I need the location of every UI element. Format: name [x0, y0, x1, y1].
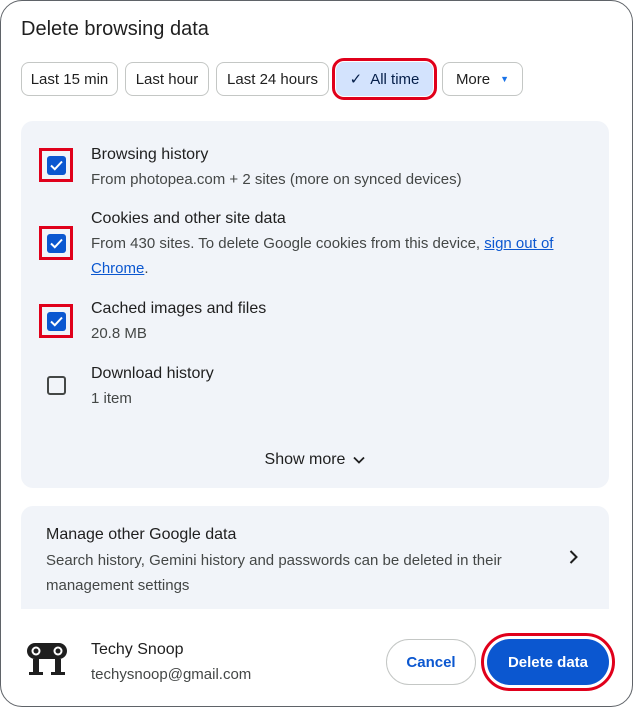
- checkmark-icon: [50, 316, 63, 327]
- option-title: Cookies and other site data: [91, 210, 286, 227]
- option-subtitle: From 430 sites. To delete Google cookies…: [91, 231, 581, 281]
- option-subtitle: 1 item: [91, 390, 132, 407]
- caret-down-icon: ▼: [500, 74, 510, 84]
- checkbox-browsing-history[interactable]: [47, 156, 66, 175]
- delete-data-button[interactable]: Delete data: [487, 639, 609, 685]
- dialog-title: Delete browsing data: [21, 18, 209, 40]
- checkmark-icon: [50, 160, 63, 171]
- chevron-down-icon: [353, 451, 366, 469]
- option-subtitle: 20.8 MB: [91, 325, 147, 342]
- account-email: techysnoop@gmail.com: [91, 666, 252, 683]
- data-type-options: Browsing history From photopea.com + 2 s…: [21, 121, 609, 488]
- chip-last-24-hours[interactable]: Last 24 hours: [216, 62, 329, 96]
- manage-google-data-row[interactable]: Manage other Google data Search history,…: [21, 506, 609, 609]
- chip-more-dropdown[interactable]: More ▼: [442, 62, 523, 96]
- subtitle-suffix: .: [144, 260, 149, 277]
- cancel-button[interactable]: Cancel: [386, 639, 476, 685]
- chip-last-15-min[interactable]: Last 15 min: [21, 62, 118, 96]
- checkbox-cookies[interactable]: [47, 234, 66, 253]
- show-more-label: Show more: [264, 451, 346, 469]
- option-title: Download history: [91, 365, 214, 382]
- chip-label: Last 24 hours: [227, 70, 318, 88]
- chip-label: More: [455, 70, 491, 88]
- check-icon: ✓: [349, 71, 363, 88]
- binoculars-avatar: [25, 639, 69, 679]
- chip-label: All time: [370, 70, 420, 88]
- checkbox-download-history[interactable]: [47, 376, 66, 395]
- manage-description: Search history, Gemini history and passw…: [46, 552, 502, 594]
- option-title: Browsing history: [91, 146, 209, 163]
- chip-label: Last hour: [135, 70, 199, 88]
- delete-browsing-data-dialog: Delete browsing data Last 15 min Last ho…: [0, 0, 633, 707]
- manage-title: Manage other Google data: [46, 526, 237, 543]
- chip-label: Last 15 min: [30, 70, 109, 88]
- chip-last-hour[interactable]: Last hour: [125, 62, 209, 96]
- chip-all-time[interactable]: ✓ All time: [332, 58, 437, 100]
- checkmark-icon: [50, 238, 63, 249]
- subtitle-text: From 430 sites. To delete Google cookies…: [91, 235, 481, 252]
- chevron-right-icon: [569, 550, 578, 569]
- show-more-button[interactable]: Show more: [21, 451, 609, 469]
- option-subtitle: From photopea.com + 2 sites (more on syn…: [91, 171, 462, 188]
- account-name: Techy Snoop: [91, 641, 184, 658]
- option-title: Cached images and files: [91, 300, 267, 317]
- checkbox-cached-images[interactable]: [47, 312, 66, 331]
